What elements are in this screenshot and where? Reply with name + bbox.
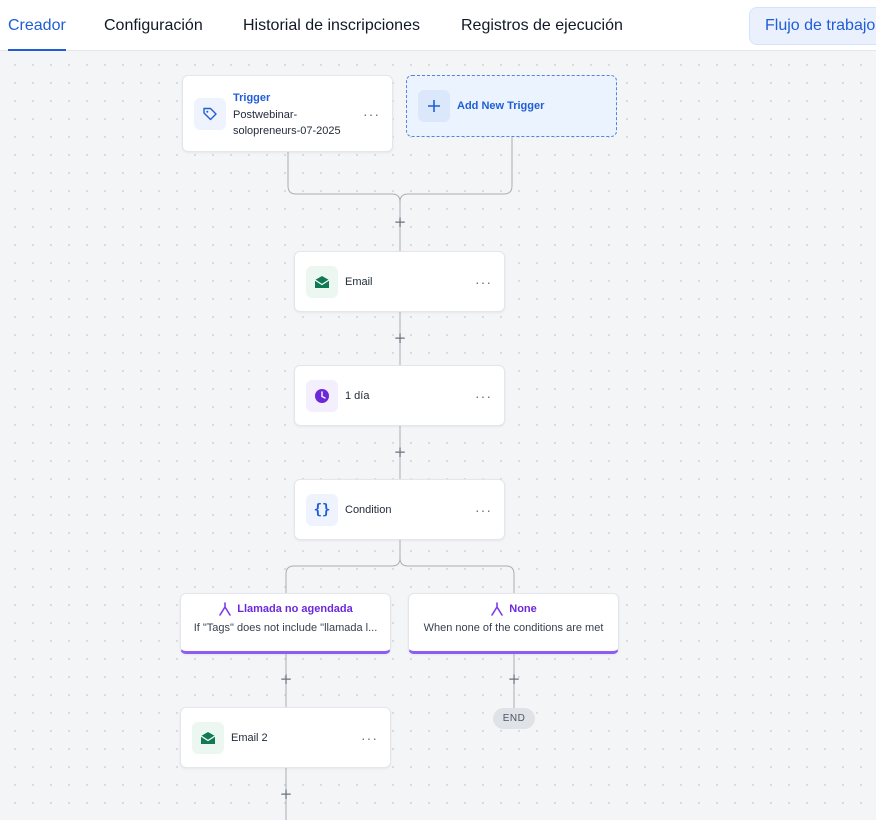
workflow-canvas[interactable] <box>0 52 876 820</box>
action-label: 1 día <box>345 389 370 402</box>
trigger-node[interactable]: Trigger Postwebinar-solopreneurs-07-2025… <box>182 75 393 152</box>
branch-title: Llamada no agendada <box>237 603 353 615</box>
tab-historial-inscripciones[interactable]: Historial de inscripciones <box>243 0 420 51</box>
branch-icon <box>219 602 232 616</box>
branch-none[interactable]: None When none of the conditions are met <box>408 593 619 654</box>
tab-configuracion[interactable]: Configuración <box>104 0 203 51</box>
action-node-email-2[interactable]: Email 2 ··· <box>180 707 391 768</box>
add-step-plus-icon[interactable]: + <box>393 331 407 346</box>
branch-title: None <box>509 603 537 615</box>
trigger-name: Postwebinar-solopreneurs-07-2025 <box>233 109 341 137</box>
action-menu-icon[interactable]: ··· <box>475 274 492 290</box>
action-label: Email 2 <box>231 731 268 744</box>
tab-creador[interactable]: Creador <box>8 0 66 51</box>
branch-title-row: Llamada no agendada <box>181 602 390 616</box>
plus-icon <box>418 90 450 122</box>
action-menu-icon[interactable]: ··· <box>361 730 378 746</box>
action-node-condition[interactable]: {} Condition ··· <box>294 479 505 540</box>
action-menu-icon[interactable]: ··· <box>475 502 492 518</box>
add-step-plus-icon[interactable]: + <box>507 672 521 687</box>
branch-llamada-no-agendada[interactable]: Llamada no agendada If "Tags" does not i… <box>180 593 391 654</box>
action-menu-icon[interactable]: ··· <box>475 388 492 404</box>
branch-title-row: None <box>409 602 618 616</box>
branch-description: If "Tags" does not include "llamada l... <box>193 622 378 634</box>
action-label: Email <box>345 275 373 288</box>
add-step-plus-icon[interactable]: + <box>279 672 293 687</box>
add-new-trigger-button[interactable]: Add New Trigger <box>406 75 617 137</box>
add-step-plus-icon[interactable]: + <box>393 215 407 230</box>
add-step-plus-icon[interactable]: + <box>393 445 407 460</box>
workflow-button[interactable]: Flujo de trabajo <box>749 7 876 45</box>
braces-icon: {} <box>306 493 338 526</box>
action-label: Condition <box>345 503 392 516</box>
email-icon <box>306 265 338 298</box>
email-icon <box>192 721 224 754</box>
tag-icon <box>194 97 226 130</box>
trigger-title: Trigger <box>233 92 271 104</box>
trigger-menu-icon[interactable]: ··· <box>363 106 380 122</box>
end-badge: END <box>493 708 535 729</box>
branch-description: When none of the conditions are met <box>423 622 604 634</box>
action-node-email[interactable]: Email ··· <box>294 251 505 312</box>
action-node-wait[interactable]: 1 día ··· <box>294 365 505 426</box>
add-step-plus-icon[interactable]: + <box>279 787 293 802</box>
tab-registros-ejecucion[interactable]: Registros de ejecución <box>461 0 623 51</box>
branch-icon <box>491 602 504 616</box>
add-new-trigger-label: Add New Trigger <box>457 100 545 112</box>
top-navigation: Creador Configuración Historial de inscr… <box>0 0 876 51</box>
clock-icon <box>306 379 338 412</box>
